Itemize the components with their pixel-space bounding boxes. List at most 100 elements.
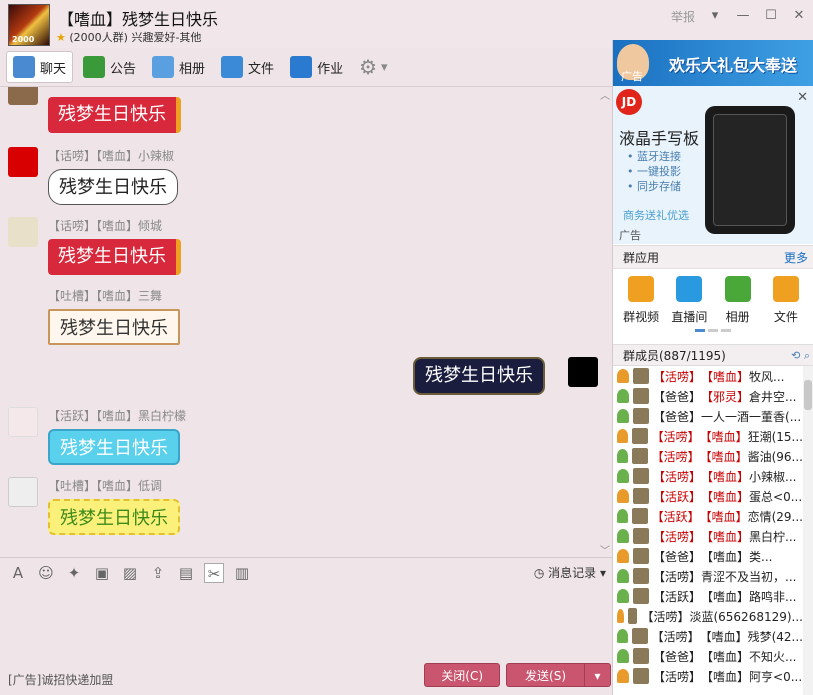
message-bubble[interactable]: 残梦生日快乐 <box>48 429 180 465</box>
avatar[interactable] <box>8 147 38 177</box>
member-name: 蛋总<0... <box>749 489 803 504</box>
tab-homework[interactable]: 作业 <box>284 51 349 83</box>
member-group-tag: 【嗜血】 <box>699 509 748 524</box>
upload-icon[interactable]: ⇪ <box>148 563 168 583</box>
app-group-video[interactable]: 群视频 <box>619 272 663 340</box>
avatar[interactable] <box>8 217 38 247</box>
member-row[interactable]: 【活跃】 【嗜血】 路鸣非... <box>613 586 803 606</box>
more-apps-link[interactable]: 更多 <box>784 246 808 270</box>
member-row[interactable]: 【活跃】 【嗜血】 恋情(29... <box>613 506 803 526</box>
settings-button[interactable]: ⚙ ▾ <box>353 51 393 83</box>
close-icon[interactable]: ✕ <box>797 90 808 105</box>
person-icon <box>617 469 629 483</box>
app-files[interactable]: 文件 <box>764 272 808 340</box>
banner-ad[interactable]: 广告 欢乐大礼包大奉送 <box>613 40 813 86</box>
message-bubble[interactable]: 残梦生日快乐 <box>413 357 545 395</box>
app-label: 直播间 <box>671 310 708 324</box>
member-name: 倉井空... <box>749 389 797 404</box>
more-tools-icon[interactable]: ▥ <box>232 563 252 583</box>
person-icon <box>617 589 629 603</box>
avatar[interactable] <box>8 87 38 105</box>
scroll-down-icon[interactable]: ﹀ <box>600 542 610 557</box>
tab-chat[interactable]: 聊天 <box>6 51 74 83</box>
member-title: 【爸爸】 <box>653 649 702 664</box>
sender-tag: 【吐槽】【嗜血】低调 <box>48 479 163 493</box>
member-title: 【活唠】 <box>653 369 702 384</box>
close-window-button[interactable]: ✕ <box>785 6 813 26</box>
font-icon[interactable]: A <box>8 563 28 583</box>
member-row[interactable]: 【爸爸】 【嗜血】 类... <box>613 546 803 566</box>
avatar[interactable] <box>8 477 38 507</box>
member-name: 酱油(96... <box>747 449 803 464</box>
avatar <box>633 588 649 604</box>
tablet-product-image <box>705 106 795 234</box>
member-row[interactable]: 【活唠】 淡蓝(656268129)... <box>613 606 803 626</box>
chevron-down-icon[interactable]: ▾ <box>584 664 610 686</box>
member-row[interactable]: 【活跃】 【嗜血】 蛋总<0... <box>613 486 803 506</box>
tab-announcement[interactable]: 公告 <box>77 51 142 83</box>
maximize-button[interactable]: ☐ <box>757 6 785 26</box>
person-icon <box>617 569 629 583</box>
message-bubble[interactable]: 残梦生日快乐 <box>48 499 180 535</box>
message-bubble[interactable]: 残梦生日快乐 <box>48 97 181 133</box>
member-name: 青涩不及当初，... <box>701 569 797 584</box>
message-input[interactable] <box>0 587 612 659</box>
member-title: 【活唠】 <box>653 529 702 544</box>
member-row[interactable]: 【活唠】 【嗜血】 牧风... <box>613 366 803 386</box>
member-name: 类... <box>749 549 773 564</box>
screenshot-scissors-icon[interactable]: ✂ <box>204 562 224 583</box>
member-scrollbar[interactable] <box>803 366 813 695</box>
message-history-button[interactable]: ◷ 消息记录 ▾ <box>534 564 606 581</box>
search-icon[interactable]: ⌕ <box>804 349 810 362</box>
member-row[interactable]: 【活唠】 【嗜血】 黑白柠... <box>613 526 803 546</box>
footer-ad[interactable]: [广告]诚招快递加盟 <box>8 671 113 688</box>
member-group-tag: 【嗜血】 <box>699 449 748 464</box>
member-name: 恋情(29... <box>747 509 803 524</box>
emoji-icon[interactable]: ☺ <box>36 563 56 583</box>
minimize-button[interactable]: — <box>729 6 757 26</box>
close-button[interactable]: 关闭(C) <box>424 663 501 687</box>
member-list[interactable]: 【活唠】 【嗜血】 牧风... 【爸爸】 【邪灵】 倉井空... 【爸爸】 一人一酒一董香(.… <box>613 366 803 695</box>
member-title: 【活跃】 <box>653 489 702 504</box>
dropdown-button[interactable]: ▾ <box>701 6 729 26</box>
sender-tag: 【吐槽】【嗜血】三舞 <box>48 289 163 303</box>
tab-album[interactable]: 相册 <box>146 51 211 83</box>
carousel-dots[interactable] <box>695 329 734 332</box>
member-row[interactable]: 【爸爸】 一人一酒一董香(... <box>613 406 803 426</box>
avatar[interactable] <box>568 357 598 387</box>
person-icon <box>617 489 629 503</box>
refresh-icon[interactable]: ⟲ <box>791 349 800 362</box>
report-button[interactable]: 举报 <box>671 8 695 25</box>
chat-message-area[interactable]: ︿ 残梦生日快乐 【话唠】【嗜血】小辣椒 残梦生日快乐 【话唠】【嗜血】倾城 残… <box>0 86 612 557</box>
message-bubble[interactable]: 残梦生日快乐 <box>48 239 181 275</box>
message-bubble[interactable]: 残梦生日快乐 <box>48 309 180 345</box>
scroll-thumb[interactable] <box>804 380 812 410</box>
member-row[interactable]: 【爸爸】 【嗜血】 不知火... <box>613 646 803 666</box>
member-row[interactable]: 【活唠】 【嗜血】 阿亨<0... <box>613 666 803 686</box>
scroll-up-icon[interactable]: ︿ <box>600 87 610 102</box>
member-row[interactable]: 【活唠】 青涩不及当初，... <box>613 566 803 586</box>
app-label: 群视频 <box>623 310 660 324</box>
send-button[interactable]: 发送(S) ▾ <box>506 663 611 687</box>
member-row[interactable]: 【活唠】 【嗜血】 残梦(42... <box>613 626 803 646</box>
input-toolbar: A ☺ ✦ ▣ ▨ ⇪ ▤ ✂ ▥ ◷ 消息记录 ▾ <box>0 557 612 587</box>
message-bubble[interactable]: 残梦生日快乐 <box>48 169 178 205</box>
jd-ad[interactable]: JD ✕ 液晶手写板 蓝牙连接 一键投影 同步存储 商务送礼优选 广告 <box>613 86 813 244</box>
member-row[interactable]: 【爸爸】 【邪灵】 倉井空... <box>613 386 803 406</box>
avatar[interactable] <box>8 407 38 437</box>
banner-ad-text: 欢乐大礼包大奉送 <box>669 56 798 75</box>
image-icon[interactable]: ▨ <box>120 563 140 583</box>
member-title: 【爸爸】 <box>653 549 702 564</box>
member-row[interactable]: 【活唠】 【嗜血】 狂潮(15... <box>613 426 803 446</box>
voice-message-icon[interactable]: ▣ <box>92 563 112 583</box>
group-avatar[interactable]: 2000 <box>8 4 50 46</box>
magic-wand-icon[interactable]: ✦ <box>64 563 84 583</box>
member-group-tag: 【邪灵】 <box>701 389 750 404</box>
member-row[interactable]: 【活唠】 【嗜血】 小辣椒... <box>613 466 803 486</box>
gift-icon[interactable]: ▤ <box>176 563 196 583</box>
member-group-tag: 【嗜血】 <box>701 589 750 604</box>
sender-tag: 【话唠】【嗜血】倾城 <box>48 219 163 233</box>
tab-files[interactable]: 文件 <box>215 51 280 83</box>
member-row[interactable]: 【活唠】 【嗜血】 酱油(96... <box>613 446 803 466</box>
my-message-item: 残梦生日快乐 <box>413 357 598 397</box>
